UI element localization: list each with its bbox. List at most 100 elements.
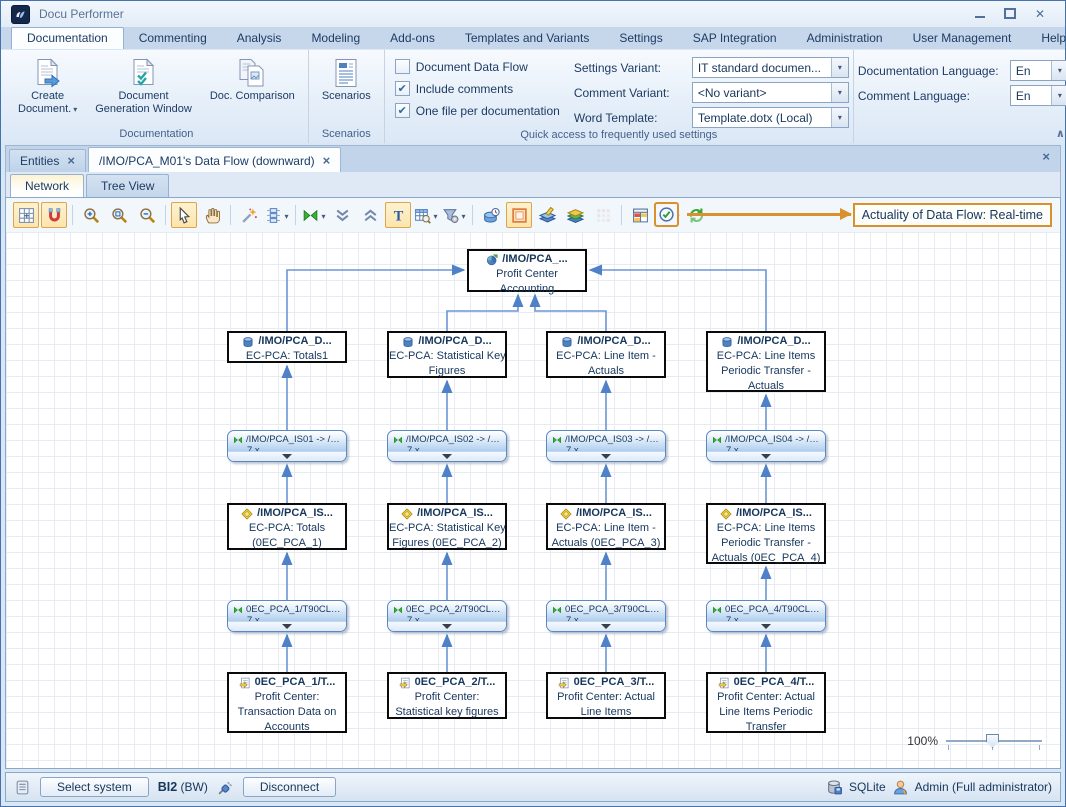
diagram-node-datasource[interactable]: 0EC_PCA_3/T...Profit Center: ActualLine … (546, 672, 666, 719)
pan-hand-button[interactable] (199, 202, 225, 228)
select-pointer-button[interactable] (171, 202, 197, 228)
collapse-grip[interactable] (228, 451, 346, 461)
ribbon-tab-help[interactable]: Help (1026, 28, 1066, 49)
grid-toggle-button[interactable] (13, 202, 39, 228)
diagram-node-dso[interactable]: /IMO/PCA_D...EC-PCA: Line ItemsPeriodic … (706, 331, 826, 392)
chevron-down-icon[interactable] (1051, 86, 1066, 105)
combo-documentation-language[interactable]: En (1010, 60, 1066, 81)
ribbon-tab-settings[interactable]: Settings (604, 28, 677, 49)
zoom-out-button[interactable] (134, 202, 160, 228)
layers-edit-button[interactable] (534, 202, 560, 228)
annotation-frame[interactable] (654, 202, 679, 227)
expand-all-button[interactable] (357, 202, 383, 228)
transformation-node[interactable]: /IMO/PCA_IS03 -> /IMO/PCA...7.x (546, 430, 666, 462)
ribbon-tab-analysis[interactable]: Analysis (222, 28, 297, 49)
ribbon-tab-user-management[interactable]: User Management (898, 28, 1027, 49)
collapse-grip[interactable] (707, 621, 825, 631)
transformation-node[interactable]: 0EC_PCA_2/T90CLNT090 -> /I...7.x (387, 600, 507, 632)
transformation-node[interactable]: 0EC_PCA_3/T90CLNT090 -> /I...7.x (546, 600, 666, 632)
diagram-canvas[interactable]: 100% /IMO/PCA_...Profit CenterAccounting… (6, 232, 1060, 768)
ribbon-tab-documentation[interactable]: Documentation (11, 27, 124, 49)
show-transformations-button[interactable] (301, 202, 327, 228)
diagram-node-infosource[interactable]: /IMO/PCA_IS...EC-PCA: Line ItemsPeriodic… (706, 503, 826, 564)
transformation-node[interactable]: /IMO/PCA_IS04 -> /IMO/PCA...7.x (706, 430, 826, 462)
data-table-button[interactable] (627, 202, 653, 228)
db-indicator[interactable]: SQLite (849, 780, 886, 794)
close-tab-icon[interactable] (67, 154, 75, 168)
ribbon-tab-modeling[interactable]: Modeling (296, 28, 375, 49)
ribbon-tab-templates-and-variants[interactable]: Templates and Variants (450, 28, 605, 49)
collapse-grip[interactable] (707, 451, 825, 461)
close-pane-button[interactable] (1034, 148, 1058, 172)
zoom-fit-button[interactable] (106, 202, 132, 228)
diagram-node-infoprovider[interactable]: /IMO/PCA_...Profit CenterAccounting (467, 249, 587, 292)
chevron-down-icon[interactable] (831, 83, 848, 102)
zoom-slider-thumb[interactable] (986, 734, 999, 748)
doc-tab-imo-pca-m01-s-data-flow-downwa[interactable]: /IMO/PCA_M01's Data Flow (downward) (88, 147, 341, 172)
checkbox-document-data-flow[interactable]: Document Data Flow (395, 59, 560, 74)
transformation-node[interactable]: /IMO/PCA_IS01 -> /IMO/PCA...7.x (227, 430, 347, 462)
pixel-grid-button[interactable] (590, 202, 616, 228)
combo-word-template[interactable]: Template.dotx (Local) (692, 107, 849, 128)
diagram-node-dso[interactable]: /IMO/PCA_D...EC-PCA: Line Item -Actuals (546, 331, 666, 378)
close-tab-icon[interactable] (323, 154, 331, 168)
view-tab-tree-view[interactable]: Tree View (86, 174, 169, 197)
collapse-grip[interactable] (547, 451, 665, 461)
table-lookup-button[interactable] (413, 202, 439, 228)
transformation-node[interactable]: 0EC_PCA_4/T90CLNT090 -> /I...7.x (706, 600, 826, 632)
load-monitor-button[interactable] (478, 202, 504, 228)
minimize-button[interactable] (973, 7, 987, 21)
close-button[interactable] (1033, 7, 1047, 21)
chevron-down-icon[interactable] (1051, 61, 1066, 80)
collapse-grip[interactable] (547, 621, 665, 631)
transformation-node[interactable]: /IMO/PCA_IS02 -> /IMO/PCA...7.x (387, 430, 507, 462)
combo-settings-variant[interactable]: IT standard documen... (692, 57, 849, 78)
collapse-grip[interactable] (388, 451, 506, 461)
transformation-node[interactable]: 0EC_PCA_1/T90CLNT090 -> /I...7.x (227, 600, 347, 632)
disconnect-button[interactable]: Disconnect (243, 777, 336, 797)
collapse-grip[interactable] (388, 621, 506, 631)
auto-layout-button[interactable] (236, 202, 262, 228)
chevron-down-icon[interactable] (831, 108, 848, 127)
chevron-down-icon[interactable] (831, 58, 848, 77)
user-indicator[interactable]: Admin (Full administrator) (915, 780, 1052, 794)
doc-tab-entities[interactable]: Entities (9, 149, 86, 172)
diagram-node-datasource[interactable]: 0EC_PCA_1/T...Profit Center:Transaction … (227, 672, 347, 733)
ribbon-tab-add-ons[interactable]: Add-ons (375, 28, 450, 49)
diagram-node-dso[interactable]: /IMO/PCA_D...EC-PCA: Statistical KeyFigu… (387, 331, 507, 378)
diagram-node-infosource[interactable]: /IMO/PCA_IS...EC-PCA: Line Item -Actuals… (546, 503, 666, 550)
combo-comment-variant[interactable]: <No variant> (692, 82, 849, 103)
diagram-node-infosource[interactable]: /IMO/PCA_IS...EC-PCA: Statistical KeyFig… (387, 503, 507, 550)
combo-comment-language[interactable]: En (1010, 85, 1066, 106)
zoom-slider[interactable] (946, 734, 1042, 748)
scenarios-button[interactable]: Scenarios (313, 54, 380, 106)
annotation-label[interactable]: Actuality of Data Flow: Real-time (853, 203, 1052, 227)
ribbon-tab-sap-integration[interactable]: SAP Integration (678, 28, 792, 49)
annotation[interactable]: Actuality of Data Flow: Real-time (654, 202, 1052, 227)
restore-button[interactable] (1003, 7, 1017, 21)
ribbon-tab-commenting[interactable]: Commenting (124, 28, 222, 49)
checkbox-include-comments[interactable]: Include comments (395, 81, 560, 96)
frame-button[interactable] (506, 202, 532, 228)
diagram-node-datasource[interactable]: 0EC_PCA_4/T...Profit Center: ActualLine … (706, 672, 826, 733)
doc-comparison-button[interactable]: Doc. Comparison (201, 54, 304, 106)
select-system-button[interactable]: Select system (40, 777, 149, 797)
ribbon-tab-administration[interactable]: Administration (792, 28, 898, 49)
layers-button[interactable] (562, 202, 588, 228)
collapse-all-button[interactable] (329, 202, 355, 228)
view-tab-network[interactable]: Network (10, 174, 84, 197)
collapse-ribbon-button[interactable] (1056, 128, 1065, 140)
zoom-in-button[interactable] (78, 202, 104, 228)
diagram-node-dso[interactable]: /IMO/PCA_D...EC-PCA: Totals1 (227, 331, 347, 363)
checkbox-one-file-per-documentation[interactable]: One file per documentation (395, 103, 560, 118)
document-generation-window-button[interactable]: DocumentGeneration Window (86, 54, 201, 119)
create-document-button[interactable]: CreateDocument. (9, 54, 86, 119)
snap-magnet-button[interactable] (41, 202, 67, 228)
collapse-grip[interactable] (228, 621, 346, 631)
panel-toggle-icon[interactable] (14, 779, 31, 796)
diagram-node-infosource[interactable]: /IMO/PCA_IS...EC-PCA: Totals(0EC_PCA_1) (227, 503, 347, 550)
text-annotation-button[interactable]: T (385, 202, 411, 228)
node-options-button[interactable] (264, 202, 290, 228)
diagram-node-datasource[interactable]: 0EC_PCA_2/T...Profit Center:Statistical … (387, 672, 507, 719)
filter-settings-button[interactable] (441, 202, 467, 228)
